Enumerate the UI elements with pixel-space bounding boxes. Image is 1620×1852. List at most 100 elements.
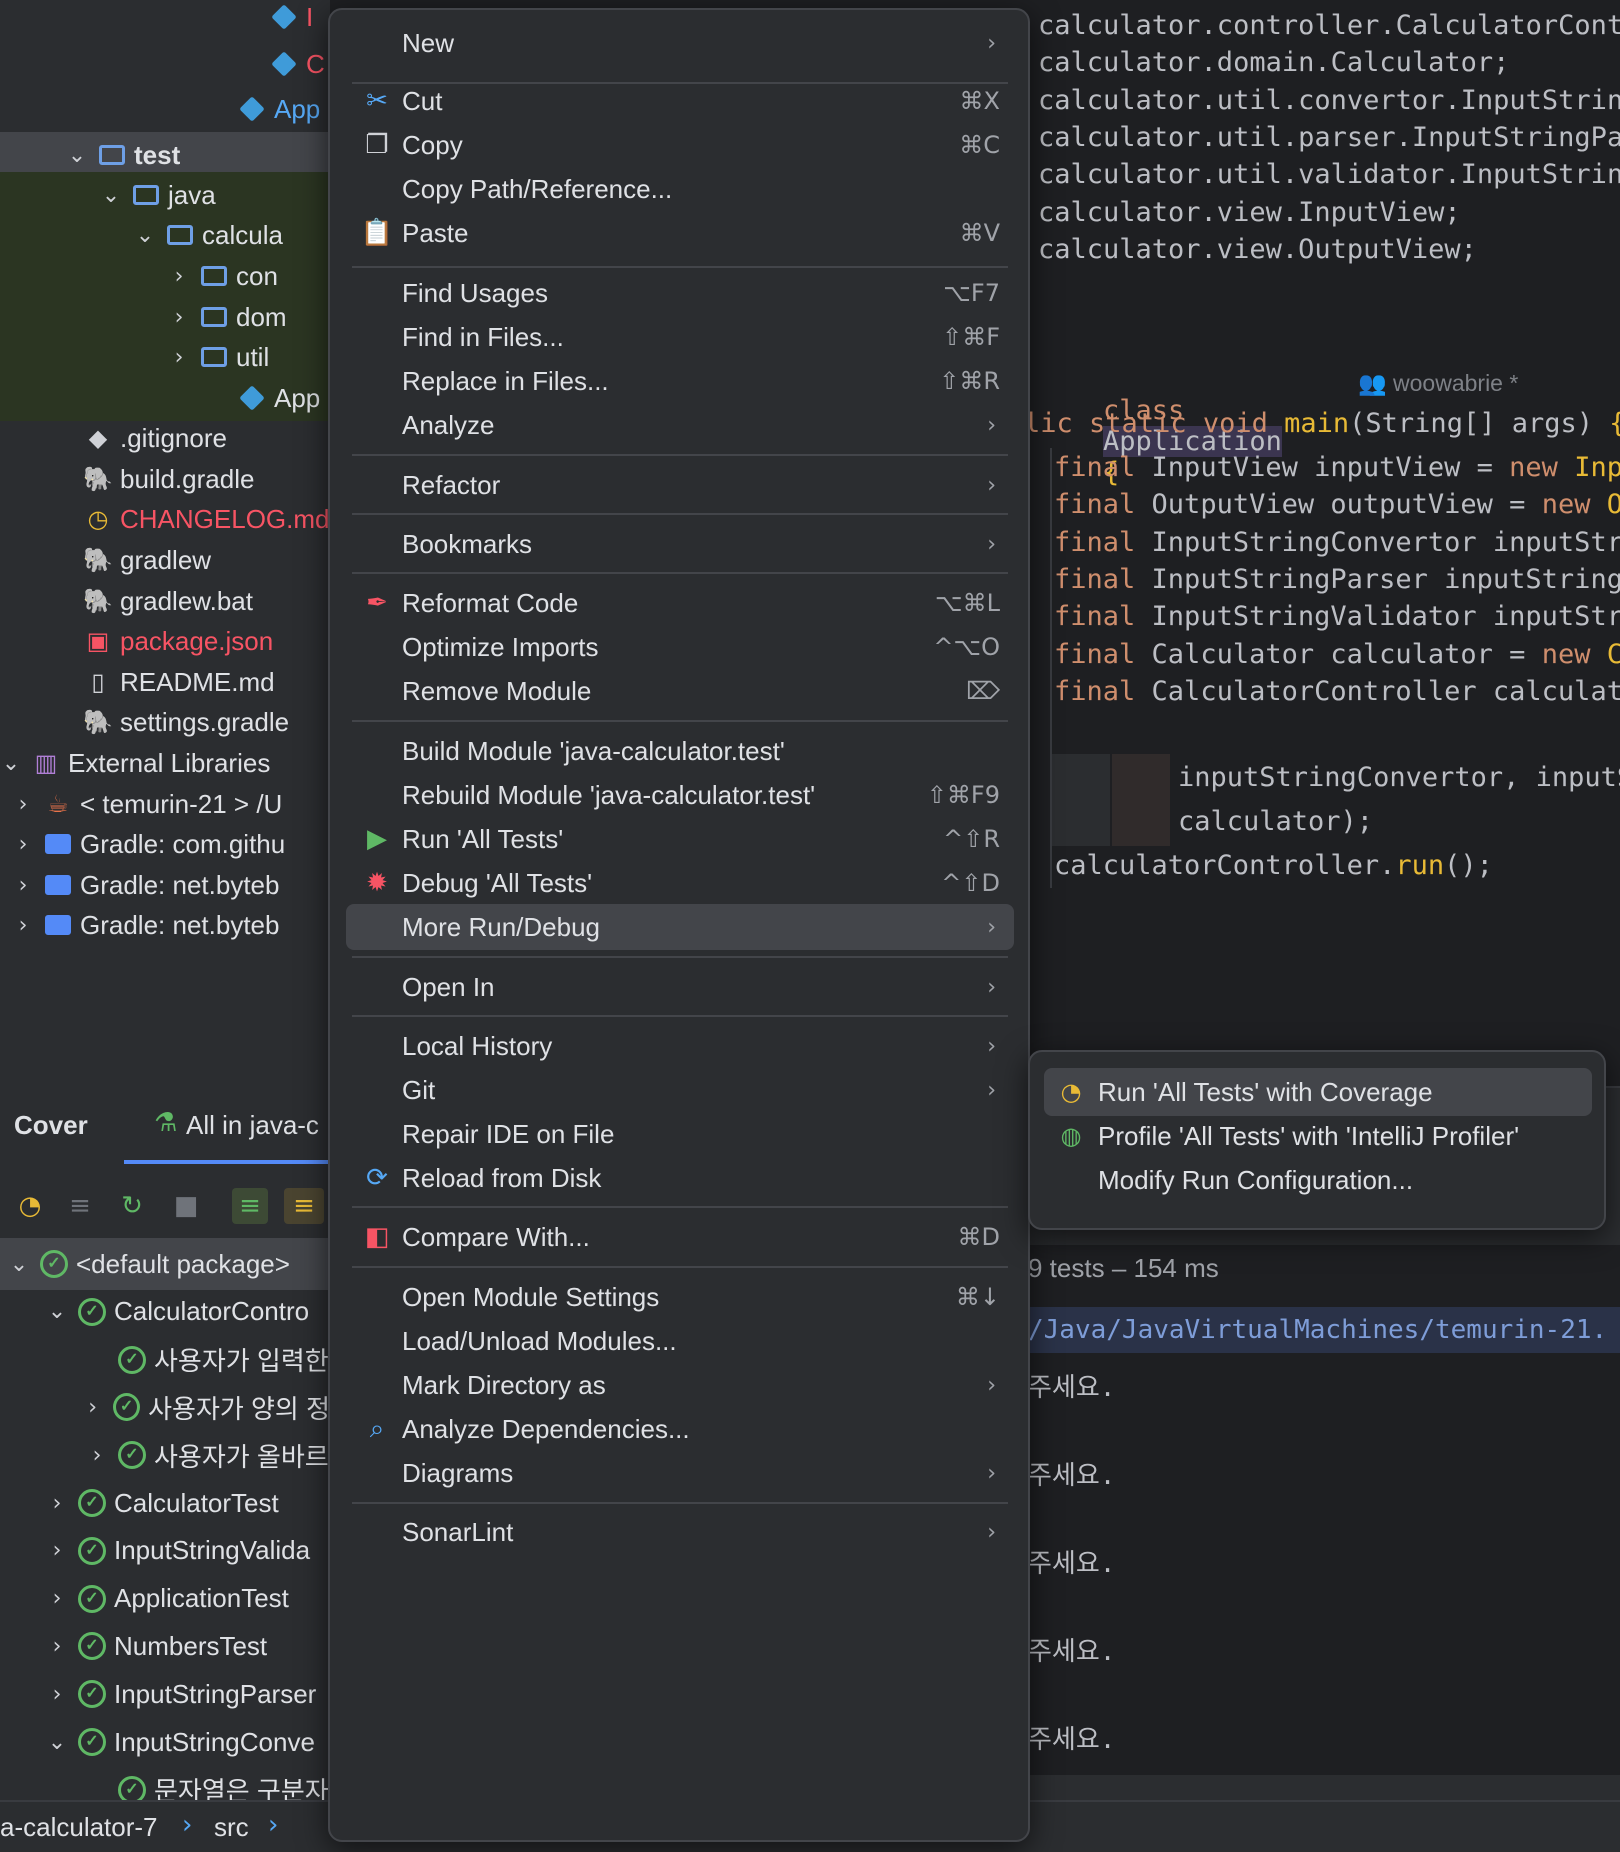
submenu-item-profile-all-tests-with-intellij-profiler[interactable]: ◍ Profile 'All Tests' with 'IntelliJ Prof… xyxy=(1044,1112,1592,1160)
chevron-down-icon[interactable]: ⌄ xyxy=(100,183,122,208)
test-row[interactable]: › ✓ InputStringParser xyxy=(0,1670,330,1718)
tree-row[interactable]: I xyxy=(0,0,330,40)
menu-item-analyze[interactable]: Analyze › xyxy=(346,402,1014,448)
chevron-right-icon[interactable]: › xyxy=(12,873,34,898)
chevron-right-icon[interactable]: › xyxy=(46,1682,68,1707)
menu-item-analyze-dependencies[interactable]: ⌕ Analyze Dependencies... xyxy=(346,1406,1014,1452)
menu-item-find-usages[interactable]: Find Usages ⌥F7 xyxy=(346,270,1014,316)
test-row[interactable]: › ✓ InputStringValida xyxy=(0,1527,330,1575)
console: 9 tests – 154 ms /Java/JavaVirtualMachin… xyxy=(1020,1245,1620,1775)
chevron-down-icon[interactable]: ⌄ xyxy=(0,751,22,776)
menu-item-new[interactable]: New › xyxy=(346,20,1014,66)
test-passed-icon: ✓ xyxy=(78,1728,106,1756)
menu-item-run-all-tests[interactable]: ▶ Run 'All Tests' ^⇧R xyxy=(346,816,1014,862)
tree-row[interactable]: › util xyxy=(0,334,330,380)
menu-item-repair-ide-on-file[interactable]: Repair IDE on File xyxy=(346,1111,1014,1157)
indent-block xyxy=(1052,754,1110,846)
menu-item-diagrams[interactable]: Diagrams › xyxy=(346,1450,1014,1496)
menu-item-reload-from-disk[interactable]: ⟳ Reload from Disk xyxy=(346,1155,1014,1201)
menu-item-paste[interactable]: 📋 Paste ⌘V xyxy=(346,210,1014,256)
tree-row[interactable]: App xyxy=(0,86,330,132)
submenu-item-modify-run-configuration[interactable]: Modify Run Configuration... xyxy=(1044,1156,1592,1204)
tree-row[interactable]: › Gradle: net.byteb xyxy=(0,902,330,948)
tree-row[interactable]: ◆ .gitignore xyxy=(0,415,330,461)
menu-item-bookmarks[interactable]: Bookmarks › xyxy=(346,521,1014,567)
menu-item-remove-module[interactable]: Remove Module ⌦ xyxy=(346,668,1014,714)
menu-item-sonarlint[interactable]: SonarLint › xyxy=(346,1509,1014,1555)
menu-item-load-unload-modules[interactable]: Load/Unload Modules... xyxy=(346,1318,1014,1364)
menu-item-open-module-settings[interactable]: Open Module Settings ⌘↓ xyxy=(346,1274,1014,1320)
chevron-down-icon[interactable]: ⌄ xyxy=(46,1730,68,1755)
menu-item-local-history[interactable]: Local History › xyxy=(346,1023,1014,1069)
menu-item-git[interactable]: Git › xyxy=(346,1067,1014,1113)
menu-item-rebuild-module-java-calculator-test[interactable]: Rebuild Module 'java-calculator.test' ⇧⌘F… xyxy=(346,772,1014,818)
tree-row[interactable]: C xyxy=(0,41,330,87)
submenu-item-run-all-tests-with-coverage[interactable]: ◔ Run 'All Tests' with Coverage xyxy=(1044,1068,1592,1116)
chevron-right-icon[interactable]: › xyxy=(46,1538,68,1563)
show-passed-icon[interactable]: ≡ xyxy=(232,1188,268,1224)
menu-item-refactor[interactable]: Refactor › xyxy=(346,462,1014,508)
menu-item-find-in-files[interactable]: Find in Files... ⇧⌘F xyxy=(346,314,1014,360)
chevron-down-icon[interactable]: ⌄ xyxy=(66,143,88,168)
tree-row[interactable]: 🐘 settings.gradle xyxy=(0,699,330,745)
menu-item-label: Debug 'All Tests' xyxy=(402,867,593,898)
clear-icon[interactable]: ≡ xyxy=(62,1188,98,1224)
menu-item-copy[interactable]: ❐ Copy ⌘C xyxy=(346,122,1014,168)
breadcrumb-src[interactable]: src xyxy=(214,1812,249,1843)
test-row[interactable]: › ✓ CalculatorTest xyxy=(0,1479,330,1527)
menu-item-mark-directory-as[interactable]: Mark Directory as › xyxy=(346,1362,1014,1408)
menu-item-label: Mark Directory as xyxy=(402,1369,606,1400)
tree-row[interactable]: › Gradle: com.githu xyxy=(0,821,330,867)
chevron-right-icon[interactable]: › xyxy=(168,264,190,289)
chevron-right-icon[interactable]: › xyxy=(12,792,34,817)
tab-cover[interactable]: Cover xyxy=(14,1110,88,1141)
menu-item-open-in[interactable]: Open In › xyxy=(346,964,1014,1010)
tree-row[interactable]: ◷ CHANGELOG.md xyxy=(0,496,330,542)
test-row[interactable]: › ✓ 사용자가 올바르 xyxy=(0,1431,330,1479)
tree-row[interactable]: › con xyxy=(0,253,330,299)
menu-item-copy-path-reference[interactable]: Copy Path/Reference... xyxy=(346,166,1014,212)
chevron-down-icon[interactable]: ⌄ xyxy=(134,223,156,248)
menu-item-optimize-imports[interactable]: Optimize Imports ^⌥O xyxy=(346,624,1014,670)
chevron-right-icon[interactable]: › xyxy=(46,1634,68,1659)
chevron-right-icon[interactable]: › xyxy=(46,1491,68,1516)
import-line: calculator.view.InputView; xyxy=(1038,196,1461,228)
menu-item-more-run-debug[interactable]: More Run/Debug › xyxy=(346,904,1014,950)
tree-row[interactable]: 🐘 gradlew xyxy=(0,537,330,583)
tree-row-label: calcula xyxy=(202,219,283,250)
breadcrumb-project[interactable]: a-calculator-7 xyxy=(0,1812,158,1843)
tree-row-label: util xyxy=(236,341,270,372)
menu-item-shortcut: ⌦ xyxy=(966,677,1000,705)
test-row[interactable]: › ✓ 사용자가 양의 정 xyxy=(0,1383,330,1431)
menu-item-reformat-code[interactable]: ✒ Reformat Code ⌥⌘L xyxy=(346,580,1014,626)
run-coverage-icon[interactable]: ◔ xyxy=(12,1188,48,1224)
chevron-down-icon[interactable]: ⌄ xyxy=(8,1252,30,1277)
test-row[interactable]: ⌄ ✓ <default package> xyxy=(0,1240,330,1288)
test-summary: 9 tests – 154 ms xyxy=(1028,1253,1219,1283)
menu-item-replace-in-files[interactable]: Replace in Files... ⇧⌘R xyxy=(346,358,1014,404)
menu-item-compare-with[interactable]: ◧ Compare With... ⌘D xyxy=(346,1214,1014,1260)
chevron-right-icon[interactable]: › xyxy=(168,305,190,330)
chevron-right-icon[interactable]: › xyxy=(168,345,190,370)
chevron-right-icon[interactable]: › xyxy=(12,913,34,938)
tab-all-tests[interactable]: ⚗ All in java-c xyxy=(124,1086,330,1164)
tree-row[interactable]: ⌄ calcula xyxy=(0,212,330,258)
test-row[interactable]: ✓ 사용자가 입력한 xyxy=(0,1336,330,1384)
show-ignored-icon[interactable]: ≡ xyxy=(284,1188,324,1224)
chevron-right-icon[interactable]: › xyxy=(46,1586,68,1611)
test-row[interactable]: › ✓ NumbersTest xyxy=(0,1622,330,1670)
menu-item-build-module-java-calculator-test[interactable]: Build Module 'java-calculator.test' xyxy=(346,728,1014,774)
chevron-right-icon[interactable]: › xyxy=(86,1443,108,1468)
rerun-icon[interactable]: ↻ xyxy=(114,1188,150,1224)
test-row[interactable]: ⌄ ✓ CalculatorContro xyxy=(0,1288,330,1336)
tree-row[interactable]: ▣ package.json xyxy=(0,618,330,664)
test-row[interactable]: › ✓ ApplicationTest xyxy=(0,1575,330,1623)
stop-icon[interactable]: ■ xyxy=(168,1188,204,1224)
test-row[interactable]: ⌄ ✓ InputStringConve xyxy=(0,1718,330,1766)
chevron-right-icon[interactable]: › xyxy=(82,1395,103,1420)
menu-item-debug-all-tests[interactable]: ✹ Debug 'All Tests' ^⇧D xyxy=(346,860,1014,906)
chevron-right-icon[interactable]: › xyxy=(12,832,34,857)
menu-item-cut[interactable]: ✂ Cut ⌘X xyxy=(346,78,1014,124)
tree-row[interactable]: ⌄ ▥ External Libraries xyxy=(0,740,330,786)
chevron-down-icon[interactable]: ⌄ xyxy=(46,1299,68,1324)
